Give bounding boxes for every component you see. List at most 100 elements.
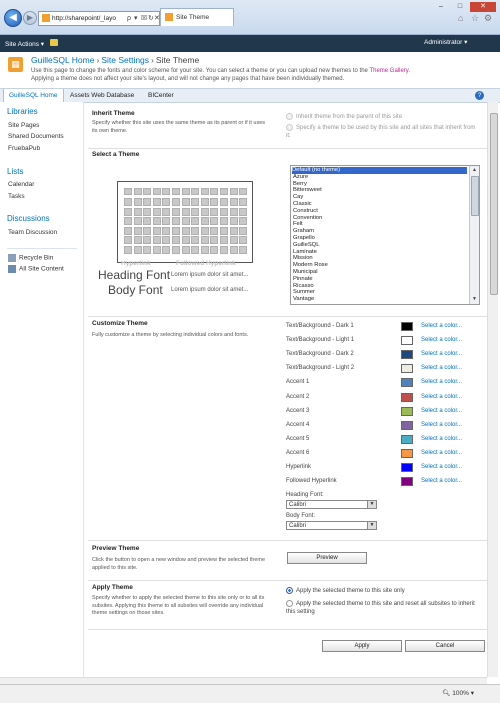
ql-heading-lists[interactable]: Lists bbox=[7, 167, 23, 176]
topnav-item-home[interactable]: GuilleSQL Home bbox=[3, 89, 64, 102]
apply-button[interactable]: Apply bbox=[322, 640, 402, 652]
select-color-link[interactable]: Select a color... bbox=[421, 478, 462, 484]
theme-gallery-link[interactable]: Theme Gallery. bbox=[369, 68, 410, 74]
inherit-option-parent[interactable]: Inherit theme from the parent of this si… bbox=[286, 113, 402, 121]
search-icon[interactable]: ρ bbox=[127, 12, 131, 25]
inherit-radio[interactable] bbox=[286, 113, 293, 120]
minimize-button[interactable]: – bbox=[432, 2, 450, 12]
ql-item-fruebapub[interactable]: FruebaPub bbox=[8, 145, 40, 152]
address-bar[interactable]: http://sharepoint/_layo ρ ▾ ☒ ↻ ✕ bbox=[38, 11, 160, 26]
dropdown-icon[interactable]: ▾ bbox=[134, 12, 138, 25]
site-logo-icon[interactable]: ▦ bbox=[8, 57, 23, 72]
apply-reset-radio[interactable] bbox=[286, 600, 293, 607]
navigate-up-icon[interactable] bbox=[50, 39, 58, 46]
page-scroll-thumb[interactable] bbox=[490, 113, 498, 295]
color-swatch[interactable] bbox=[401, 364, 413, 374]
specify-radio[interactable] bbox=[286, 124, 293, 131]
color-swatch[interactable] bbox=[401, 378, 413, 388]
color-row-label: Followed Hyperlink bbox=[286, 478, 337, 485]
favorites-icon[interactable]: ☆ bbox=[471, 13, 479, 24]
ql-heading-discussions[interactable]: Discussions bbox=[7, 214, 50, 223]
user-menu[interactable]: Administrator ▾ bbox=[424, 38, 467, 46]
color-swatch[interactable] bbox=[401, 463, 413, 472]
theme-listbox[interactable]: ▲ ▼ Default (no theme) Azure Berry Bittersw… bbox=[290, 165, 480, 305]
preview-swatch-cell bbox=[162, 226, 171, 235]
select-color-link[interactable]: Select a color... bbox=[421, 394, 462, 400]
back-button[interactable]: ◀ bbox=[4, 9, 22, 27]
color-swatch[interactable] bbox=[401, 392, 413, 402]
preview-swatch-cell bbox=[124, 226, 132, 235]
ql-item-team-discussion[interactable]: Team Discussion bbox=[8, 229, 57, 236]
preview-swatch-cell bbox=[152, 245, 161, 254]
color-swatch[interactable] bbox=[401, 420, 413, 430]
ql-item-tasks[interactable]: Tasks bbox=[8, 193, 25, 200]
color-row-label: Accent 1 bbox=[286, 379, 310, 386]
ql-item-site-pages[interactable]: Site Pages bbox=[8, 122, 39, 129]
close-button[interactable]: ✕ bbox=[470, 2, 496, 12]
zoom-level[interactable]: 🔍︎ 100% ▾ bbox=[442, 689, 474, 697]
select-color-link[interactable]: Select a color... bbox=[421, 337, 462, 343]
select-color-link[interactable]: Select a color... bbox=[421, 464, 462, 470]
apply-option-site-only[interactable]: Apply the selected theme to this site on… bbox=[286, 587, 405, 595]
help-icon[interactable]: ? bbox=[475, 91, 484, 100]
color-swatch[interactable] bbox=[401, 322, 413, 331]
customize-section-title: Customize Theme bbox=[92, 320, 148, 327]
ql-item-shared-documents[interactable]: Shared Documents bbox=[8, 133, 64, 140]
ql-heading-libraries[interactable]: Libraries bbox=[7, 107, 38, 116]
color-swatch[interactable] bbox=[401, 406, 413, 416]
ql-recycle-bin[interactable]: Recycle Bin bbox=[8, 254, 53, 262]
breadcrumb-site-link[interactable]: GuilleSQL Home bbox=[31, 55, 94, 65]
apply-option-reset-subsites[interactable]: Apply the selected theme to this site an… bbox=[286, 600, 482, 616]
browser-tab[interactable]: Site Theme bbox=[160, 8, 234, 26]
gear-icon[interactable]: ⚙ bbox=[484, 13, 492, 24]
theme-option[interactable]: Vantage bbox=[293, 296, 314, 303]
color-swatch[interactable] bbox=[401, 336, 413, 346]
breadcrumb-settings-link[interactable]: Site Settings bbox=[101, 55, 149, 65]
compat-view-icon[interactable]: ☒ bbox=[141, 12, 147, 25]
theme-option[interactable]: Default (no theme) bbox=[292, 167, 467, 174]
section-divider bbox=[88, 629, 488, 630]
home-icon[interactable]: ⌂ bbox=[458, 13, 463, 23]
site-actions-menu[interactable]: Site Actions ▾ bbox=[5, 40, 44, 48]
scroll-up-arrow-icon[interactable]: ▲ bbox=[470, 166, 479, 175]
select-color-link[interactable]: Select a color... bbox=[421, 351, 462, 357]
forward-button[interactable]: ▶ bbox=[23, 11, 37, 25]
select-color-link[interactable]: Select a color... bbox=[421, 436, 462, 442]
inherit-option-specify[interactable]: Specify a theme to be used by this site … bbox=[286, 124, 481, 140]
preview-swatch-cell bbox=[162, 236, 171, 244]
theme-list-scroll-thumb[interactable] bbox=[471, 176, 479, 216]
topnav-item-assets[interactable]: Assets Web Database bbox=[65, 89, 139, 102]
select-color-link[interactable]: Select a color... bbox=[421, 422, 462, 428]
page-scrollbar[interactable] bbox=[487, 102, 498, 677]
ql-all-site-content[interactable]: All Site Content bbox=[8, 265, 64, 273]
refresh-icon[interactable]: ↻ bbox=[148, 12, 154, 25]
select-color-link[interactable]: Select a color... bbox=[421, 408, 462, 414]
color-swatch[interactable] bbox=[401, 350, 413, 360]
select-color-link[interactable]: Select a color... bbox=[421, 379, 462, 385]
heading-font-select[interactable]: Calibri ▼ bbox=[286, 500, 377, 509]
scroll-down-arrow-icon[interactable]: ▼ bbox=[470, 295, 479, 304]
color-swatch[interactable] bbox=[401, 434, 413, 444]
select-color-link[interactable]: Select a color... bbox=[421, 323, 462, 329]
ql-item-calendar[interactable]: Calendar bbox=[8, 181, 34, 188]
body-font-select[interactable]: Calibri ▼ bbox=[286, 521, 377, 530]
preview-swatch-cell bbox=[152, 236, 161, 244]
color-swatch[interactable] bbox=[401, 477, 413, 487]
preview-swatch-cell bbox=[143, 217, 152, 225]
preview-swatch-cell bbox=[181, 236, 190, 244]
preview-swatch-cell bbox=[229, 217, 238, 225]
cancel-button[interactable]: Cancel bbox=[405, 640, 485, 652]
inherit-option-specify-label: Specify a theme to be used by this site … bbox=[286, 125, 476, 140]
stop-icon[interactable]: ✕ bbox=[154, 12, 160, 25]
topnav-item-bicenter[interactable]: BICenter bbox=[143, 89, 179, 102]
preview-swatch-cell bbox=[210, 207, 219, 216]
theme-list-scrollbar[interactable]: ▲ ▼ bbox=[469, 166, 479, 304]
select-color-link[interactable]: Select a color... bbox=[421, 450, 462, 456]
select-color-link[interactable]: Select a color... bbox=[421, 365, 462, 371]
apply-site-only-radio[interactable] bbox=[286, 587, 293, 594]
section-divider bbox=[88, 540, 488, 541]
color-swatch[interactable] bbox=[401, 448, 413, 458]
preview-button[interactable]: Preview bbox=[287, 552, 367, 564]
maximize-button[interactable]: □ bbox=[451, 2, 469, 12]
preview-swatch-cell bbox=[200, 207, 209, 216]
